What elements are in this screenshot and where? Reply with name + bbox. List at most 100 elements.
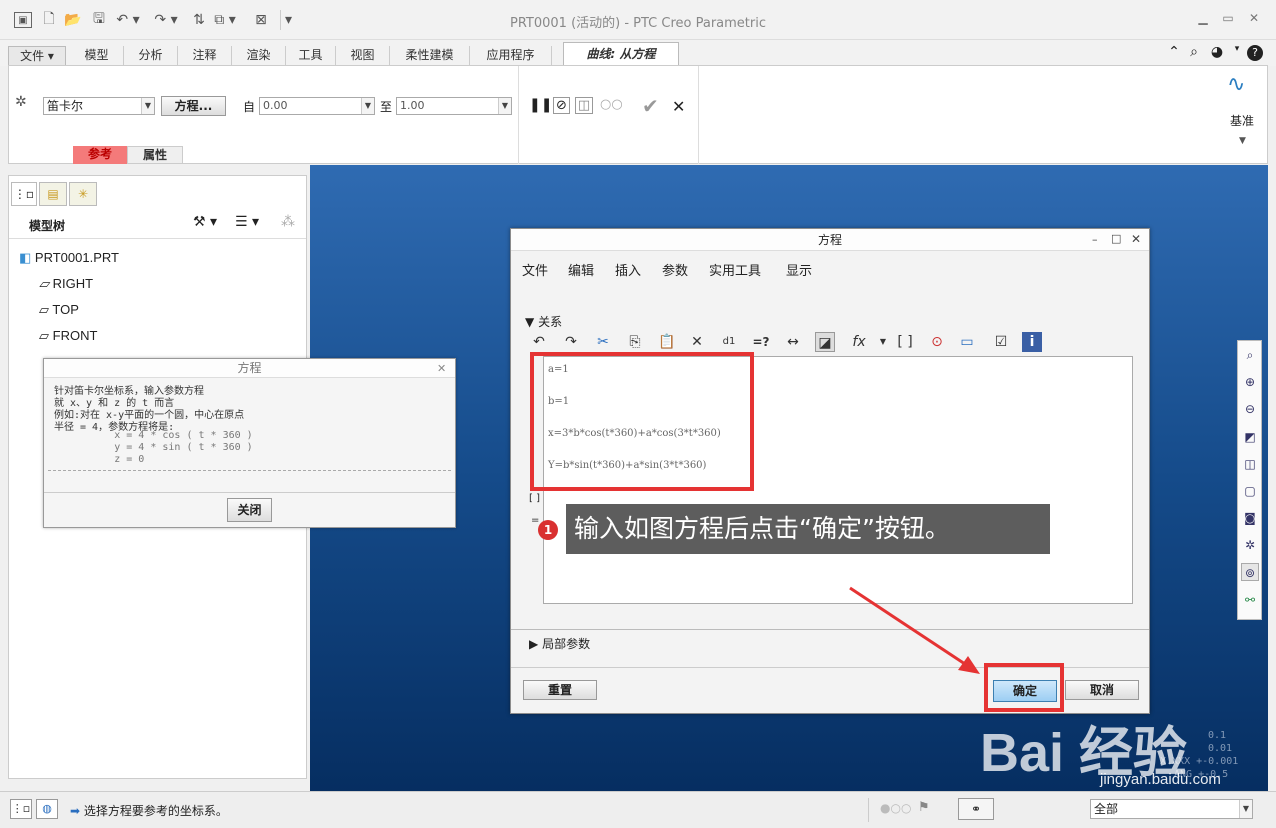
annotation-display-icon[interactable]: ⊚ [1241, 563, 1259, 581]
close-icon[interactable]: ✕ [1245, 11, 1263, 27]
decimal-places-icon[interactable]: d1 [719, 332, 739, 352]
tree-item-front[interactable]: ▱ FRONT [39, 328, 97, 344]
datum-display-icon[interactable]: ✲ [1241, 536, 1259, 554]
tab-analysis[interactable]: 分析 [124, 46, 178, 66]
minimize-ribbon-icon[interactable]: ⌃ [1165, 44, 1183, 62]
community-icon[interactable]: ◕ [1208, 44, 1226, 62]
copy-icon[interactable]: ⎘ [625, 332, 645, 352]
paste-icon[interactable]: 📋 [657, 332, 677, 352]
settings-tools-icon[interactable]: ⚒ ▾ [193, 214, 217, 230]
tab-curve-from-equation[interactable]: 曲线: 从方程 [563, 42, 679, 66]
show-list-icon[interactable]: ☰ ▾ [235, 214, 259, 230]
equation-highlight-box [530, 352, 754, 491]
minimize-icon[interactable]: – [1092, 233, 1098, 246]
tree-root[interactable]: ◧ PRT0001.PRT [19, 250, 119, 266]
close-icon[interactable]: ✕ [437, 362, 446, 375]
tab-annotate[interactable]: 注释 [178, 46, 232, 66]
tab-model[interactable]: 模型 [70, 46, 124, 66]
pause-icon[interactable]: ❚❚ [529, 97, 552, 113]
menu-insert[interactable]: 插入 [615, 260, 641, 279]
datum-curve-icon[interactable]: ∿ [1227, 72, 1245, 97]
subtab-properties[interactable]: 属性 [127, 146, 183, 164]
model-tree-tab-icon[interactable]: ⋮▫ [11, 182, 37, 206]
popup-text-line: y = 4 * sin ( t * 360 ) [54, 442, 253, 453]
subtab-references[interactable]: 参考 [73, 146, 127, 164]
divider [511, 629, 1149, 630]
chevron-down-icon: ▼ [525, 315, 535, 329]
equation-button[interactable]: 方程... [161, 96, 226, 116]
tab-tools[interactable]: 工具 [286, 46, 336, 66]
evaluate-icon[interactable]: =? [751, 332, 771, 352]
menu-display[interactable]: 显示 [786, 260, 812, 279]
community-dropdown-icon[interactable]: ▾ [1228, 44, 1246, 62]
from-label: 自 [243, 100, 256, 114]
close-button[interactable]: 关闭 [227, 498, 272, 522]
local-params-section-header[interactable]: ▶ 局部参数 [529, 635, 590, 652]
datum-label[interactable]: 基准 [1230, 112, 1254, 129]
info-icon[interactable]: i [1022, 332, 1042, 352]
preview-icon[interactable]: ◫ [575, 97, 593, 114]
dimension-icon[interactable]: ↔ [783, 332, 803, 352]
no-preview-icon[interactable]: ⊘ [553, 97, 570, 114]
maximize-icon[interactable]: □ [1111, 232, 1121, 245]
zoom-in-icon[interactable]: ⊕ [1241, 373, 1259, 391]
menu-parameters[interactable]: 参数 [662, 260, 688, 279]
tab-render[interactable]: 渲染 [232, 46, 286, 66]
chevron-down-icon[interactable]: ▼ [873, 332, 893, 352]
tab-label: 文件 [20, 49, 45, 63]
tree-item-top[interactable]: ▱ TOP [39, 302, 79, 318]
cut-icon[interactable]: ✂ [593, 332, 613, 352]
menu-edit[interactable]: 编辑 [568, 260, 594, 279]
help-icon[interactable]: ? [1247, 45, 1263, 61]
cancel-button[interactable]: 取消 [1065, 680, 1139, 700]
show-dimensions-icon[interactable]: ◪ [815, 332, 835, 352]
close-icon[interactable]: ✕ [1131, 232, 1141, 246]
minimize-icon[interactable]: ▁ [1194, 11, 1212, 27]
coord-type-select[interactable]: 笛卡尔 ▼ [43, 97, 155, 115]
maximize-icon[interactable]: ▭ [1219, 11, 1237, 27]
redo-icon[interactable]: ↷ [561, 332, 581, 352]
menu-file[interactable]: 文件 [522, 260, 548, 279]
display-style-icon[interactable]: ◫ [1241, 455, 1259, 473]
units-icon[interactable]: ▭ [957, 332, 977, 352]
toggle-navigator-icon[interactable]: ⋮▫ [10, 799, 32, 819]
spin-center-icon[interactable]: ⚯ [1241, 591, 1259, 609]
from-value-input[interactable]: 0.00 ▼ [259, 97, 375, 115]
datum-plane-icon: ▱ [39, 276, 49, 291]
tab-file[interactable]: 文件 ▾ [8, 46, 66, 66]
flag-icon[interactable]: ⚑ [918, 800, 930, 815]
search-icon[interactable]: ⌕ [1185, 44, 1203, 62]
ok-checkmark-icon[interactable]: ✔ [642, 94, 659, 118]
undo-icon[interactable]: ↶ [529, 332, 549, 352]
relations-section-header[interactable]: ▼ 关系 [525, 313, 562, 330]
tab-flexible-modeling[interactable]: 柔性建模 [390, 46, 470, 66]
brackets-icon[interactable]: [ ] [895, 332, 915, 352]
verify-icon[interactable]: ⊙ [927, 332, 947, 352]
cancel-x-icon[interactable]: ✕ [672, 97, 685, 116]
reset-button[interactable]: 重置 [523, 680, 597, 700]
find-binoculars-icon[interactable]: ⚭ [958, 798, 994, 820]
to-value-input[interactable]: 1.00 ▼ [396, 97, 512, 115]
delete-icon[interactable]: ✕ [687, 332, 707, 352]
repaint-icon[interactable]: ◩ [1241, 428, 1259, 446]
function-icon[interactable]: fx [849, 332, 869, 352]
verify-glasses-icon[interactable]: ○○ [600, 97, 623, 112]
zoom-out-icon[interactable]: ⊖ [1241, 400, 1259, 418]
chevron-down-icon[interactable]: ▼ [1239, 136, 1246, 146]
checklist-icon[interactable]: ☑ [991, 332, 1011, 352]
brackets-marker-icon: [ ] [529, 493, 540, 504]
tree-item-right[interactable]: ▱ RIGHT [39, 276, 93, 292]
tab-applications[interactable]: 应用程序 [470, 46, 552, 66]
filter-icon[interactable]: ⁂ [281, 214, 295, 230]
favorites-tab-icon[interactable]: ✳ [69, 182, 97, 206]
toggle-browser-icon[interactable]: ◍ [36, 799, 58, 819]
tab-view[interactable]: 视图 [336, 46, 390, 66]
selection-filter-select[interactable]: 全部 ▼ [1090, 799, 1253, 819]
saved-orientations-icon[interactable]: ▢ [1241, 482, 1259, 500]
refit-icon[interactable]: ⌕ [1241, 346, 1259, 364]
ok-button-highlight-box [984, 663, 1064, 712]
folder-browser-tab-icon[interactable]: ▤ [39, 182, 67, 206]
view-manager-icon[interactable]: ◙ [1241, 509, 1259, 527]
status-bar: ⋮▫ ◍ ➡ 选择方程要参考的坐标系。 ●○○ ⚑ ⚭ 全部 ▼ [0, 791, 1276, 828]
menu-utilities[interactable]: 实用工具 [709, 260, 761, 279]
